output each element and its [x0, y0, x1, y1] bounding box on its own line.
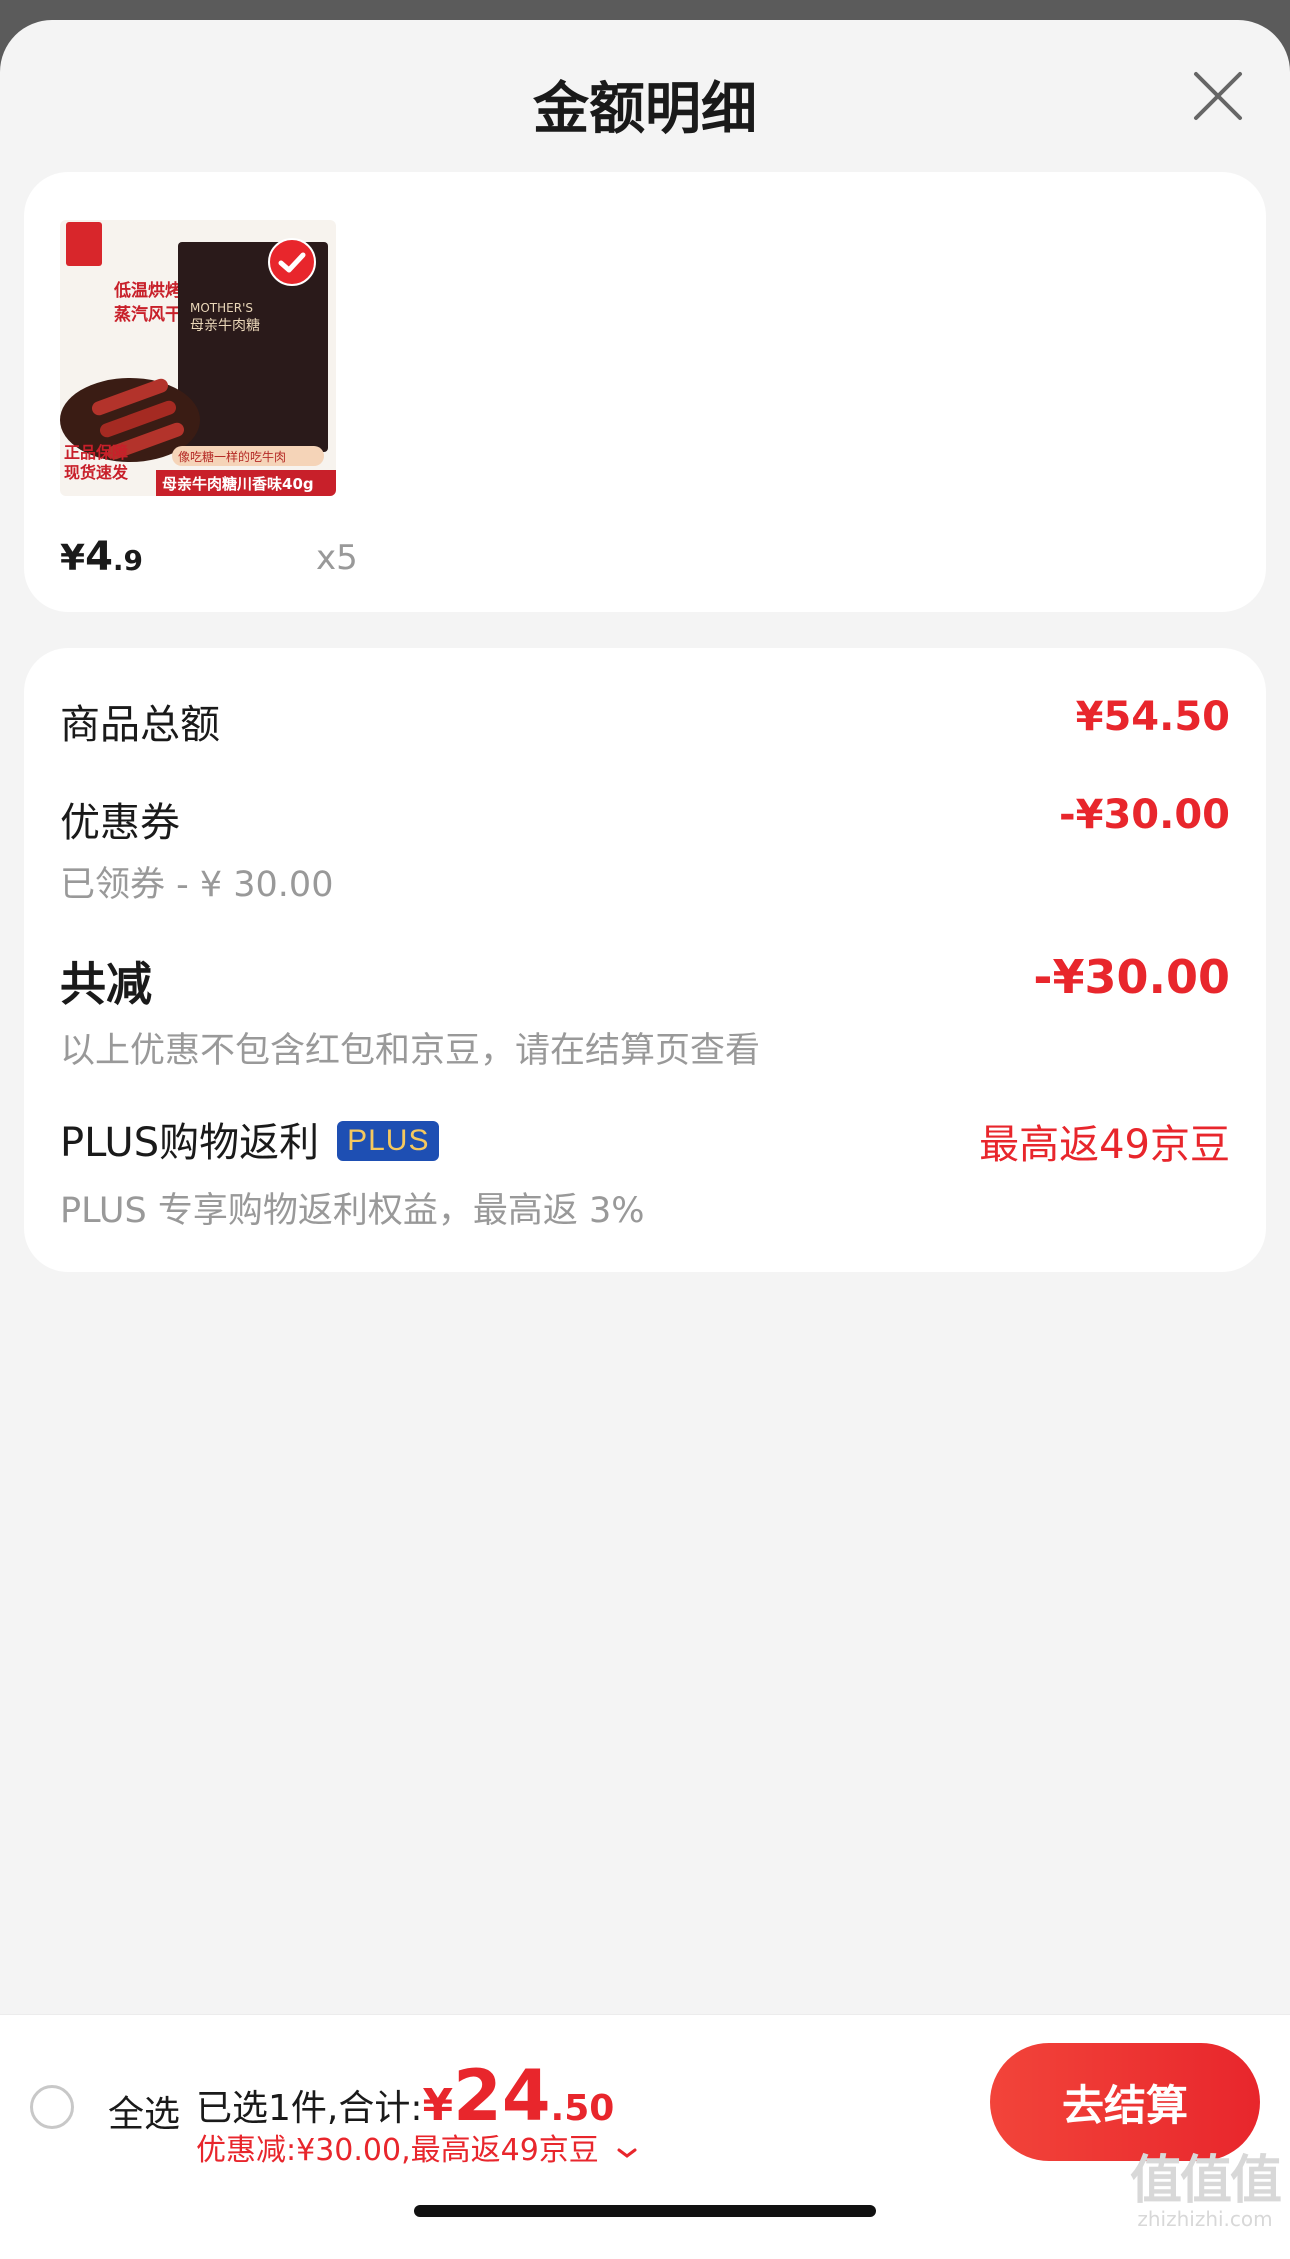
svg-text:现货速发: 现货速发 [64, 463, 129, 482]
svg-text:低温烘烤: 低温烘烤 [113, 280, 182, 301]
site-watermark: 值值值 zhizhizhi.com [1130, 2151, 1282, 2231]
svg-text:MOTHER'S: MOTHER'S [190, 301, 253, 315]
close-icon [1194, 72, 1242, 120]
discount-summary[interactable]: 优惠减:¥30.00,最高返49京豆 [196, 2125, 638, 2169]
amount-detail-card: 商品总额 ¥54.50 优惠券 -¥30.00 已领券 - ¥ 30.00 共减… [24, 648, 1266, 1272]
select-all-radio[interactable] [30, 2085, 74, 2129]
price-integer: 4 [85, 534, 113, 580]
plus-rebate-text: PLUS购物返利 [60, 1120, 320, 1166]
watermark-mark: 值值值 [1130, 2151, 1282, 2211]
svg-text:母亲牛肉糖川香味40g: 母亲牛肉糖川香味40g [162, 475, 314, 493]
plus-badge: PLUS [337, 1121, 440, 1161]
coupon-value: -¥30.00 [1059, 792, 1230, 838]
product-quantity: x5 [316, 538, 358, 578]
price-currency: ¥ [60, 538, 86, 579]
total-decimal: .50 [550, 2088, 615, 2129]
sheet-header: 金额明细 [0, 20, 1290, 170]
total-currency: ¥ [422, 2080, 454, 2131]
product-price: ¥4.9 [60, 534, 143, 580]
svg-text:母亲牛肉糖: 母亲牛肉糖 [190, 318, 260, 334]
svg-text:正品保障: 正品保障 [64, 443, 128, 462]
home-indicator [414, 2205, 876, 2217]
total-reduce-note: 以上优惠不包含红包和京豆，请在结算页查看 [60, 1031, 761, 1071]
summary-prefix: 已选1件,合计: [196, 2088, 423, 2129]
plus-rebate-value: 最高返49京豆 [979, 1122, 1230, 1168]
plus-rebate-sub: PLUS 专享购物返利权益，最高返 3% [60, 1191, 645, 1231]
checkout-button[interactable]: 去结算 [990, 2043, 1260, 2161]
chevron-down-icon [616, 2133, 638, 2168]
svg-text:像吃糖一样的吃牛肉: 像吃糖一样的吃牛肉 [178, 449, 286, 464]
selected-check-icon[interactable] [268, 238, 316, 286]
page-title: 金额明细 [533, 77, 757, 142]
checkout-bar: 全选 已选1件,合计:¥24.50 优惠减:¥30.00,最高返49京豆 去结算… [0, 2014, 1290, 2259]
svg-text:蒸汽风干: 蒸汽风干 [114, 304, 182, 325]
total-reduce-label: 共减 [60, 957, 152, 1011]
goods-total-value: ¥54.50 [1075, 694, 1230, 740]
coupon-sub: 已领券 - ¥ 30.00 [60, 865, 334, 905]
goods-total-label: 商品总额 [60, 702, 220, 748]
total-reduce-value: -¥30.00 [1033, 950, 1230, 1004]
product-thumbnail[interactable]: 低温烘烤 蒸汽风干 MOTHER'S 母亲牛肉糖 像吃糖一样的吃牛肉 正品保障 … [60, 220, 336, 496]
select-all-label[interactable]: 全选 [108, 2085, 180, 2137]
amount-detail-sheet: 金额明细 低温烘烤 蒸汽风干 MOTHER'S 母亲牛肉糖 像吃糖一样的吃牛肉 … [0, 20, 1290, 2259]
discount-summary-text: 优惠减:¥30.00,最高返49京豆 [196, 2133, 599, 2168]
plus-rebate-label: PLUS购物返利 PLUS [60, 1110, 440, 1168]
close-button[interactable] [1190, 68, 1246, 124]
watermark-text: zhizhizhi.com [1137, 2207, 1273, 2231]
price-decimal: .9 [112, 544, 144, 577]
coupon-label: 优惠券 [60, 800, 180, 846]
product-card: 低温烘烤 蒸汽风干 MOTHER'S 母亲牛肉糖 像吃糖一样的吃牛肉 正品保障 … [24, 172, 1266, 612]
